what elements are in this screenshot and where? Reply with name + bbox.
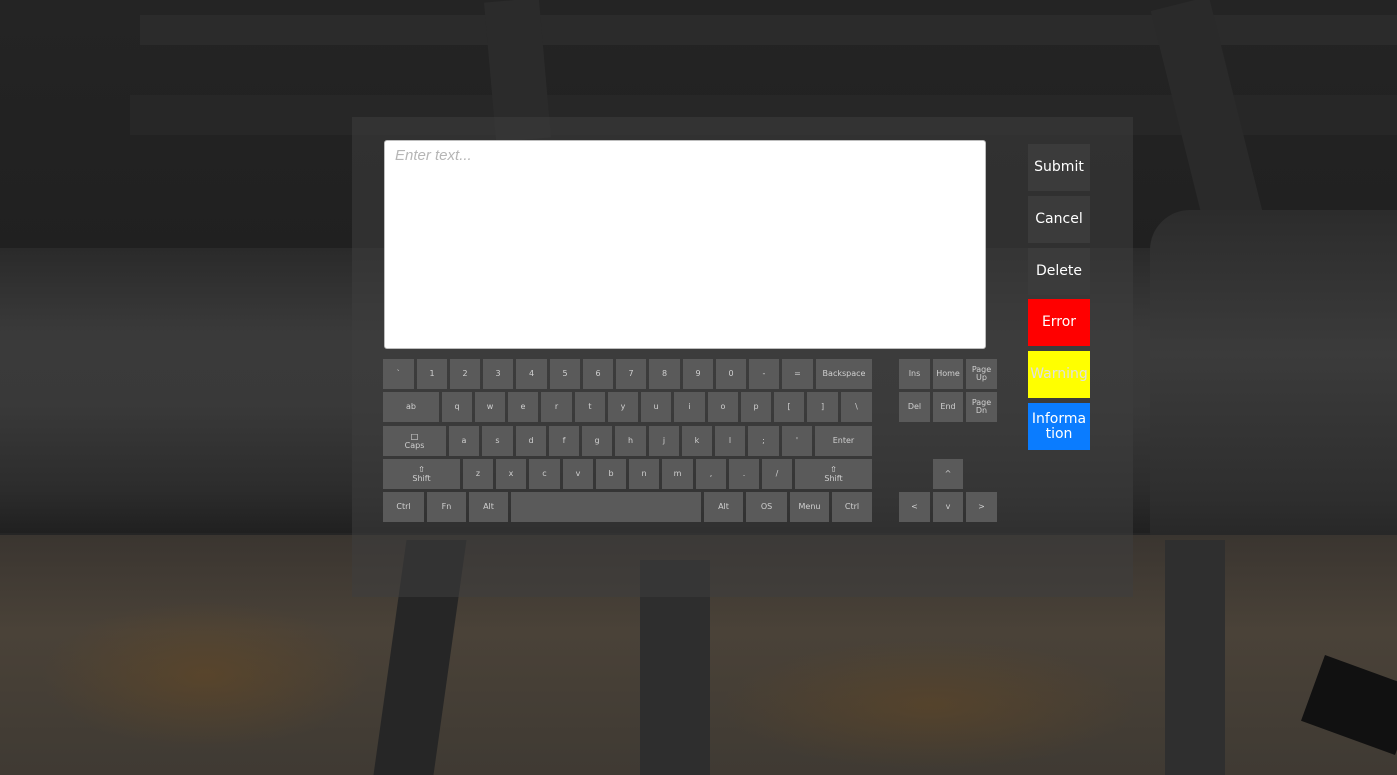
key-p[interactable]: p [741, 392, 771, 422]
key-arrow-up[interactable]: ^ [933, 459, 963, 489]
delete-button[interactable]: Delete [1028, 248, 1090, 295]
key-l[interactable]: l [715, 426, 745, 456]
key-semicolon[interactable]: ; [748, 426, 779, 456]
key-w[interactable]: w [475, 392, 505, 422]
key-shift-label: Shift [412, 473, 431, 483]
key-7[interactable]: 7 [616, 359, 646, 389]
key-enter[interactable]: Enter [815, 426, 872, 456]
shift-icon: ⇧ [830, 464, 837, 474]
key-m[interactable]: m [662, 459, 693, 489]
key-equals[interactable]: = [782, 359, 813, 389]
caps-lock-icon: □ [410, 431, 419, 441]
background-rust [720, 640, 1140, 770]
key-page-down[interactable]: Page Dn [966, 392, 997, 422]
key-5[interactable]: 5 [550, 359, 580, 389]
key-y[interactable]: y [608, 392, 638, 422]
key-left-ctrl[interactable]: Ctrl [383, 492, 424, 522]
key-a[interactable]: a [449, 426, 479, 456]
key-fn[interactable]: Fn [427, 492, 466, 522]
key-9[interactable]: 9 [683, 359, 713, 389]
background-post [1165, 540, 1225, 775]
key-2[interactable]: 2 [450, 359, 480, 389]
key-quote[interactable]: ' [782, 426, 812, 456]
key-r[interactable]: r [541, 392, 572, 422]
key-right-bracket[interactable]: ] [807, 392, 838, 422]
key-0[interactable]: 0 [716, 359, 746, 389]
key-space[interactable] [511, 492, 701, 522]
background-pipe-flange [1150, 210, 1397, 570]
key-left-bracket[interactable]: [ [774, 392, 804, 422]
key-delete[interactable]: Del [899, 392, 930, 422]
key-arrow-left[interactable]: < [899, 492, 930, 522]
key-t[interactable]: t [575, 392, 605, 422]
key-left-shift[interactable]: ⇧ Shift [383, 459, 460, 489]
key-insert[interactable]: Ins [899, 359, 930, 389]
key-arrow-down[interactable]: v [933, 492, 963, 522]
key-home[interactable]: Home [933, 359, 963, 389]
text-area[interactable] [384, 140, 986, 349]
key-v[interactable]: v [563, 459, 593, 489]
key-h[interactable]: h [615, 426, 646, 456]
key-1[interactable]: 1 [417, 359, 447, 389]
key-period[interactable]: . [729, 459, 759, 489]
key-os[interactable]: OS [746, 492, 787, 522]
key-backslash[interactable]: \ [841, 392, 872, 422]
key-backspace[interactable]: Backspace [816, 359, 872, 389]
key-comma[interactable]: , [696, 459, 726, 489]
key-right-alt[interactable]: Alt [704, 492, 743, 522]
key-b[interactable]: b [596, 459, 626, 489]
key-u[interactable]: u [641, 392, 671, 422]
key-tab[interactable]: ab [383, 392, 439, 422]
key-end[interactable]: End [933, 392, 963, 422]
key-shift-label: Shift [824, 473, 843, 483]
error-button[interactable]: Error [1028, 299, 1090, 346]
key-3[interactable]: 3 [483, 359, 513, 389]
warning-button[interactable]: Warning [1028, 351, 1090, 398]
key-i[interactable]: i [674, 392, 705, 422]
key-right-ctrl[interactable]: Ctrl [832, 492, 872, 522]
key-backtick[interactable]: ` [383, 359, 414, 389]
key-8[interactable]: 8 [649, 359, 680, 389]
key-left-alt[interactable]: Alt [469, 492, 508, 522]
key-g[interactable]: g [582, 426, 612, 456]
key-k[interactable]: k [682, 426, 712, 456]
key-minus[interactable]: - [749, 359, 779, 389]
key-j[interactable]: j [649, 426, 679, 456]
key-z[interactable]: z [463, 459, 493, 489]
key-n[interactable]: n [629, 459, 659, 489]
key-s[interactable]: s [482, 426, 513, 456]
key-x[interactable]: x [496, 459, 526, 489]
key-c[interactable]: c [529, 459, 560, 489]
key-f[interactable]: f [549, 426, 579, 456]
information-button[interactable]: Information [1028, 403, 1090, 450]
submit-button[interactable]: Submit [1028, 144, 1090, 191]
key-4[interactable]: 4 [516, 359, 547, 389]
key-e[interactable]: e [508, 392, 538, 422]
key-right-shift[interactable]: ⇧ Shift [795, 459, 872, 489]
key-6[interactable]: 6 [583, 359, 613, 389]
key-slash[interactable]: / [762, 459, 792, 489]
key-caps-label: Caps [404, 440, 425, 450]
key-caps-lock[interactable]: □ Caps [383, 426, 446, 456]
key-o[interactable]: o [708, 392, 738, 422]
key-menu[interactable]: Menu [790, 492, 829, 522]
key-arrow-right[interactable]: > [966, 492, 997, 522]
key-d[interactable]: d [516, 426, 546, 456]
background-rust [40, 600, 370, 750]
key-q[interactable]: q [442, 392, 472, 422]
cancel-button[interactable]: Cancel [1028, 196, 1090, 243]
shift-icon: ⇧ [418, 464, 425, 474]
key-page-up[interactable]: Page Up [966, 359, 997, 389]
text-input[interactable] [393, 146, 977, 165]
